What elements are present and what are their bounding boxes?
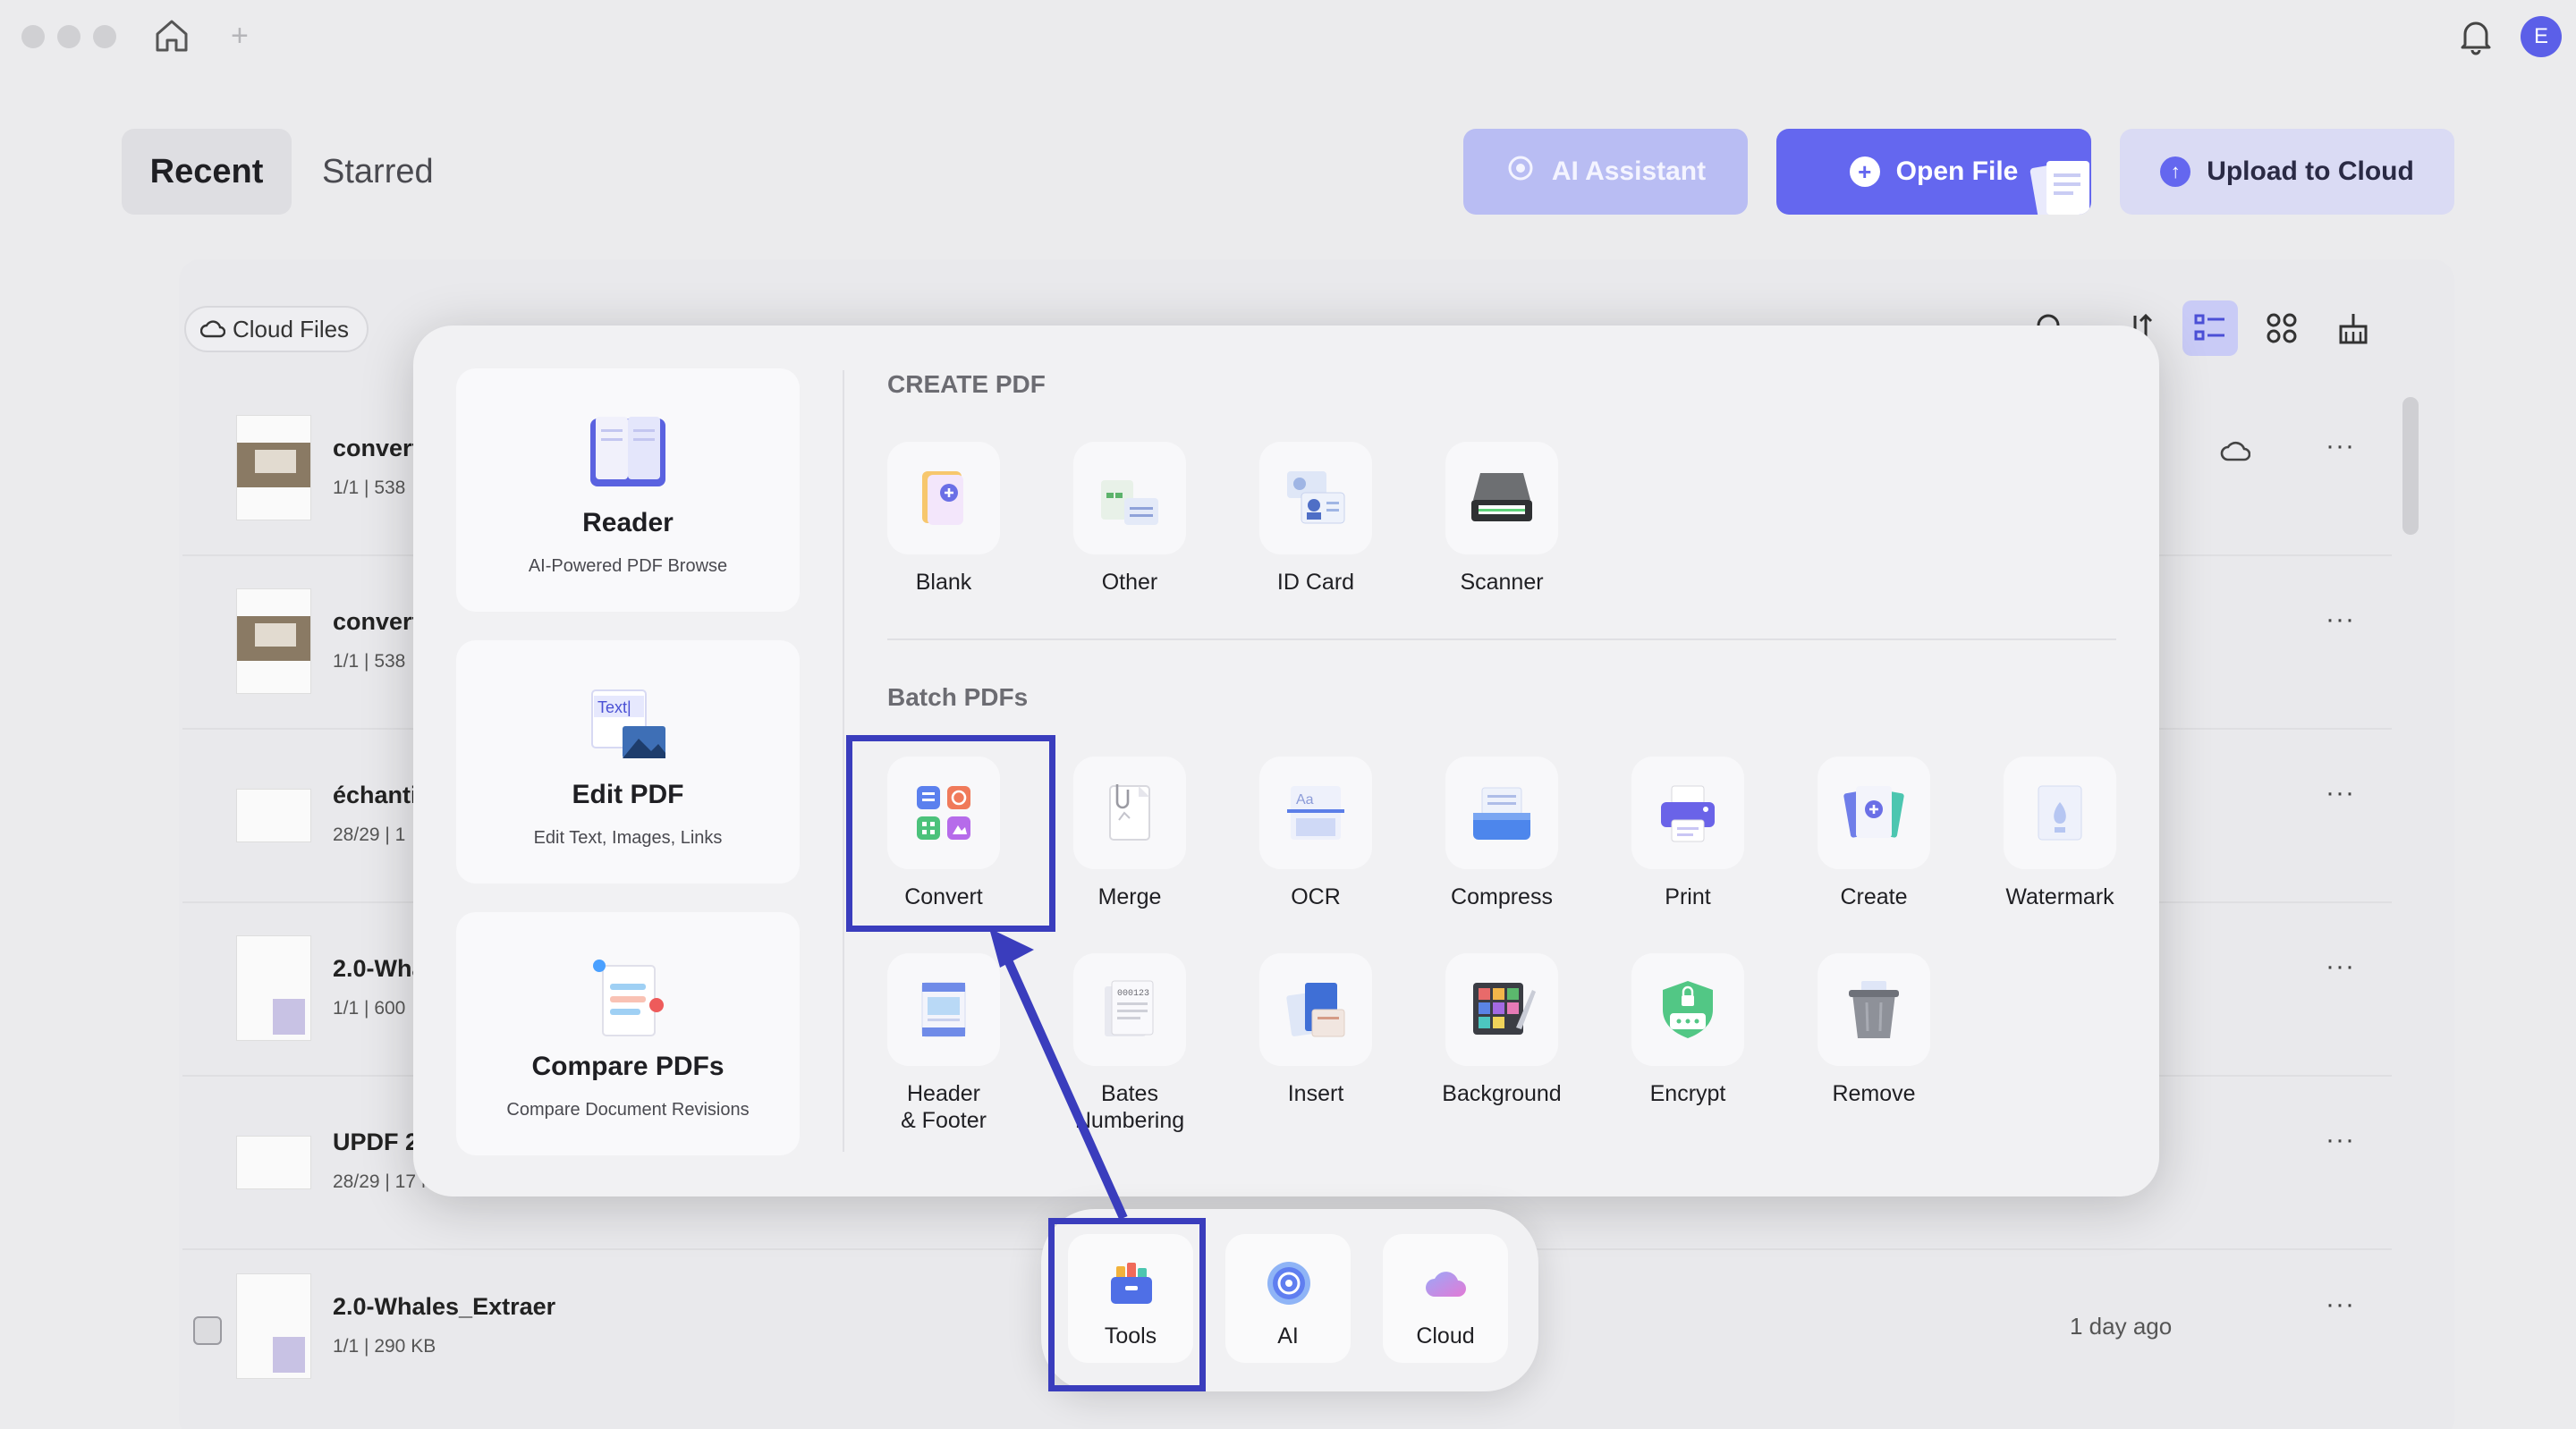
pointer-arrow (989, 928, 1128, 1221)
